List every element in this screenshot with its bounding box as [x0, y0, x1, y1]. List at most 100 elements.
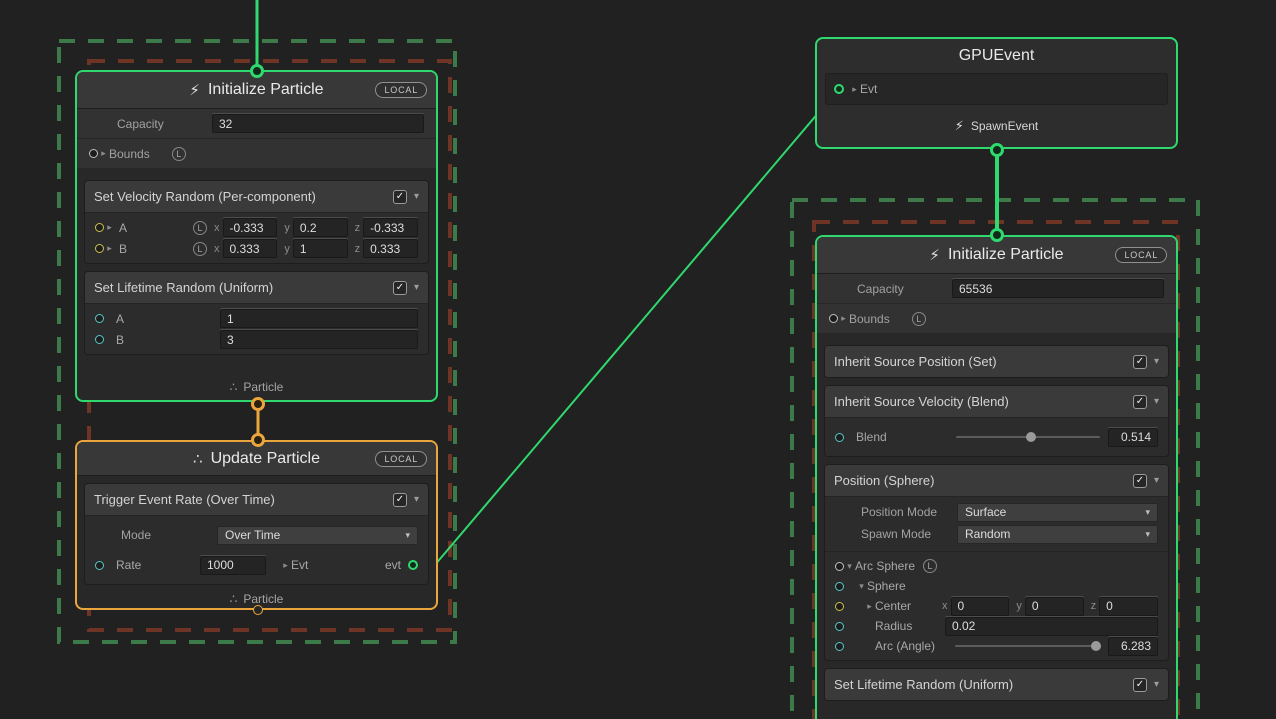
axis-y-label: y: [1016, 600, 1022, 612]
block-header[interactable]: Inherit Source Position (Set) ✓ ▾: [825, 346, 1168, 377]
sphere-row: ▾ Sphere: [825, 576, 1168, 596]
bounds-port[interactable]: [89, 149, 98, 158]
center-z-field[interactable]: 0: [1099, 597, 1158, 616]
block-header[interactable]: Trigger Event Rate (Over Time) ✓ ▾: [85, 484, 428, 515]
block-enabled-checkbox[interactable]: ✓: [1133, 355, 1147, 369]
evt-inline-label: Evt: [291, 558, 308, 572]
arc-angle-slider[interactable]: [955, 638, 1100, 654]
fold-closed-icon[interactable]: ▸: [104, 243, 115, 254]
arc-sphere-port[interactable]: [835, 562, 844, 571]
capacity-field[interactable]: 65536: [952, 279, 1164, 298]
chevron-down-icon[interactable]: ▾: [414, 282, 419, 293]
chevron-down-icon[interactable]: ▾: [414, 191, 419, 202]
node-gpuevent[interactable]: GPUEvent ▸ Evt ⚡ SpawnEvent: [815, 37, 1178, 149]
update-particle-out-port[interactable]: [253, 605, 263, 615]
block-enabled-checkbox[interactable]: ✓: [1133, 395, 1147, 409]
chevron-down-icon[interactable]: ▾: [414, 494, 419, 505]
fold-closed-icon[interactable]: ▸: [849, 84, 860, 95]
init-left-particle-out-port[interactable]: [251, 397, 265, 411]
b-z-field[interactable]: 0.333: [363, 239, 418, 258]
center-label: Center: [875, 599, 935, 613]
node-header[interactable]: GPUEvent: [817, 39, 1176, 73]
init-left-flow-input-port[interactable]: [250, 64, 264, 78]
slider-knob[interactable]: [1091, 641, 1101, 651]
fold-closed-icon[interactable]: ▸: [104, 222, 115, 233]
block-header[interactable]: Set Lifetime Random (Uniform) ✓ ▾: [85, 272, 428, 303]
arc-angle-value-field[interactable]: 6.283: [1108, 637, 1158, 656]
evt-input-port[interactable]: [834, 84, 844, 94]
input-port-a[interactable]: [95, 223, 104, 232]
b-x-field[interactable]: 0.333: [223, 239, 278, 258]
input-port-b[interactable]: [95, 244, 104, 253]
fold-closed-icon[interactable]: ▸: [280, 560, 291, 571]
space-local-icon[interactable]: L: [923, 559, 937, 573]
spawn-mode-row: Spawn Mode Random ▾: [825, 523, 1168, 545]
a-z-field[interactable]: -0.333: [363, 218, 418, 237]
block-header[interactable]: Inherit Source Velocity (Blend) ✓ ▾: [825, 386, 1168, 417]
radius-field[interactable]: 0.02: [945, 617, 1158, 636]
fold-closed-icon[interactable]: ▸: [864, 601, 875, 612]
bounds-port[interactable]: [829, 314, 838, 323]
center-y-field[interactable]: 0: [1025, 597, 1084, 616]
b-y-field[interactable]: 1: [293, 239, 348, 258]
radius-port[interactable]: [835, 622, 844, 631]
block-enabled-checkbox[interactable]: ✓: [393, 281, 407, 295]
node-header[interactable]: ⚡ Initialize Particle LOCAL: [817, 237, 1176, 274]
space-local-icon[interactable]: L: [193, 221, 207, 235]
blend-input-port[interactable]: [835, 433, 844, 442]
gpuevent-spawn-out-port[interactable]: [990, 143, 1004, 157]
space-local-icon[interactable]: L: [193, 242, 207, 256]
update-flow-input-port[interactable]: [251, 433, 265, 447]
block-header[interactable]: Position (Sphere) ✓ ▾: [825, 465, 1168, 496]
chevron-down-icon[interactable]: ▾: [1154, 396, 1159, 407]
center-x-field[interactable]: 0: [951, 597, 1010, 616]
chevron-down-icon[interactable]: ▾: [1154, 356, 1159, 367]
capacity-label: Capacity: [857, 282, 952, 296]
block-header[interactable]: Set Lifetime Random (Uniform) ✓ ▾: [825, 669, 1168, 700]
slider-knob[interactable]: [1026, 432, 1036, 442]
fold-closed-icon[interactable]: ▸: [98, 148, 109, 159]
fold-open-icon[interactable]: ▾: [844, 561, 855, 572]
space-local-icon[interactable]: L: [172, 147, 186, 161]
mode-dropdown[interactable]: Over Time ▾: [217, 526, 418, 545]
node-header[interactable]: ∴ Update Particle LOCAL: [77, 442, 436, 476]
spawn-mode-label: Spawn Mode: [861, 527, 957, 541]
vfx-graph-canvas[interactable]: ⚡ Initialize Particle LOCAL Capacity 32 …: [0, 0, 1276, 719]
evt-output-port[interactable]: [408, 560, 418, 570]
input-port-b[interactable]: [95, 335, 104, 344]
input-port-a[interactable]: [95, 314, 104, 323]
lifetime-b-field[interactable]: 3: [220, 330, 418, 349]
sphere-port[interactable]: [835, 582, 844, 591]
lifetime-a-field[interactable]: 1: [220, 309, 418, 328]
block-enabled-checkbox[interactable]: ✓: [1133, 678, 1147, 692]
block-title: Position (Sphere): [834, 473, 1133, 488]
block-header[interactable]: Set Velocity Random (Per-component) ✓ ▾: [85, 181, 428, 212]
blend-label: Blend: [856, 430, 948, 444]
block-enabled-checkbox[interactable]: ✓: [393, 493, 407, 507]
init-right-flow-input-port[interactable]: [990, 228, 1004, 242]
a-y-field[interactable]: 0.2: [293, 218, 348, 237]
rate-field[interactable]: 1000: [200, 556, 266, 575]
center-port[interactable]: [835, 602, 844, 611]
fold-open-icon[interactable]: ▾: [856, 581, 867, 592]
chevron-down-icon[interactable]: ▾: [1154, 475, 1159, 486]
node-update-particle[interactable]: ∴ Update Particle LOCAL Trigger Event Ra…: [75, 440, 438, 610]
a-x-field[interactable]: -0.333: [223, 218, 278, 237]
node-initialize-particle-right[interactable]: ⚡ Initialize Particle LOCAL Capacity 655…: [815, 235, 1178, 719]
fold-closed-icon[interactable]: ▸: [838, 313, 849, 324]
block-enabled-checkbox[interactable]: ✓: [1133, 474, 1147, 488]
capacity-field[interactable]: 32: [212, 114, 424, 133]
evt-input-label: Evt: [860, 82, 877, 96]
arc-angle-port[interactable]: [835, 642, 844, 651]
space-local-icon[interactable]: L: [912, 312, 926, 326]
chevron-down-icon[interactable]: ▾: [1154, 679, 1159, 690]
blend-slider[interactable]: [956, 429, 1100, 445]
node-initialize-particle-left[interactable]: ⚡ Initialize Particle LOCAL Capacity 32 …: [75, 70, 438, 402]
spawn-mode-dropdown[interactable]: Random ▾: [957, 525, 1158, 544]
block-enabled-checkbox[interactable]: ✓: [393, 190, 407, 204]
node-settings: Capacity 65536 ▸ Bounds L: [817, 274, 1176, 338]
rate-input-port[interactable]: [95, 561, 104, 570]
position-mode-dropdown[interactable]: Surface ▾: [957, 503, 1158, 522]
blend-value-field[interactable]: 0.514: [1108, 428, 1158, 447]
lightning-icon: ⚡: [929, 246, 940, 264]
